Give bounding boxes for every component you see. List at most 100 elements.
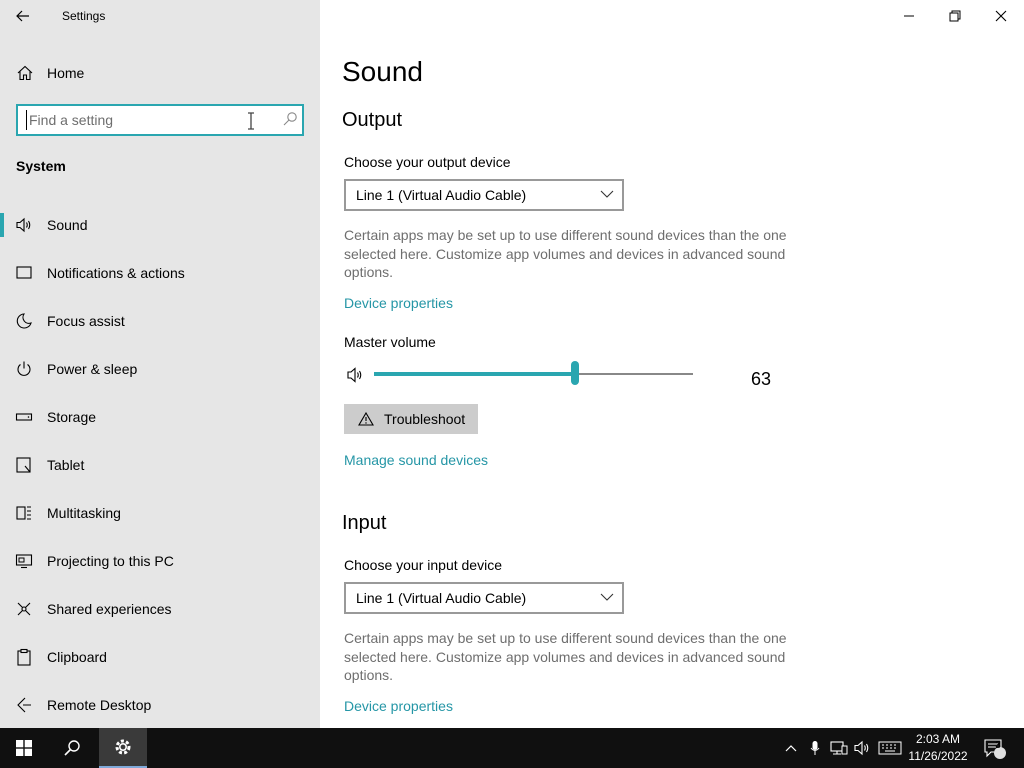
tablet-icon [16, 457, 31, 473]
volume-tray[interactable] [852, 728, 872, 768]
sidebar-item-storage[interactable]: Storage [0, 393, 320, 441]
notification-count: 3 [995, 740, 1001, 751]
output-device-value: Line 1 (Virtual Audio Cable) [356, 187, 527, 203]
back-arrow-icon [16, 10, 29, 22]
output-device-properties-link[interactable]: Device properties [344, 295, 453, 311]
sidebar-item-label: Multitasking [47, 505, 121, 521]
sidebar-home[interactable]: Home [0, 55, 320, 91]
speaker-icon [16, 217, 31, 233]
search-icon [64, 740, 80, 756]
sidebar-item-projecting[interactable]: Projecting to this PC [0, 537, 320, 585]
sidebar: Settings Home System Sound Notifications… [0, 0, 320, 728]
restore-icon [949, 10, 961, 22]
search-input[interactable] [26, 110, 246, 130]
volume-slider-fill [374, 372, 575, 376]
text-cursor-icon [248, 112, 254, 130]
input-device-dropdown[interactable]: Line 1 (Virtual Audio Cable) [344, 582, 624, 614]
gear-icon [115, 739, 131, 755]
active-indicator [0, 213, 4, 237]
chevron-up-icon [785, 745, 797, 752]
network-icon [830, 741, 848, 755]
sidebar-item-label: Clipboard [47, 649, 107, 665]
power-icon [17, 361, 31, 376]
input-device-label: Choose your input device [344, 557, 502, 573]
output-device-dropdown[interactable]: Line 1 (Virtual Audio Cable) [344, 179, 624, 211]
output-device-label: Choose your output device [344, 154, 511, 170]
input-device-value: Line 1 (Virtual Audio Cable) [356, 590, 527, 606]
taskbar-search-button[interactable] [48, 728, 96, 768]
output-heading: Output [342, 109, 403, 131]
sidebar-item-remote-desktop[interactable]: Remote Desktop [0, 681, 320, 729]
action-center-button[interactable]: 3 [980, 728, 1010, 768]
keyboard-icon [878, 741, 902, 755]
output-description: Certain apps may be set up to use differ… [344, 227, 787, 280]
sidebar-item-sound[interactable]: Sound [0, 201, 320, 249]
clipboard-icon [17, 648, 31, 666]
warning-icon [358, 412, 374, 426]
titlebar-left: Settings [0, 0, 320, 32]
close-icon [995, 10, 1007, 22]
notification-icon [16, 266, 32, 279]
storage-icon [15, 413, 33, 421]
home-icon [17, 65, 33, 81]
restore-button[interactable] [932, 0, 978, 32]
taskbar-clock[interactable]: 2:03 AM 11/26/2022 [900, 731, 976, 765]
sidebar-item-multitasking[interactable]: Multitasking [0, 489, 320, 537]
chevron-down-icon [600, 190, 614, 198]
sidebar-nav: Sound Notifications & actions Focus assi… [0, 201, 320, 729]
sidebar-item-label: Notifications & actions [47, 265, 185, 281]
manage-sound-devices-link[interactable]: Manage sound devices [344, 452, 488, 468]
sidebar-home-label: Home [47, 65, 85, 81]
start-button[interactable] [0, 728, 48, 768]
moon-icon [16, 313, 32, 329]
sidebar-item-power-sleep[interactable]: Power & sleep [0, 345, 320, 393]
multitasking-icon [16, 506, 31, 520]
remote-desktop-icon [17, 697, 31, 713]
microphone-tray[interactable] [806, 728, 824, 768]
page-title: Sound [342, 56, 423, 87]
back-button[interactable] [10, 4, 36, 28]
troubleshoot-button[interactable]: Troubleshoot [344, 404, 478, 434]
microphone-icon [810, 741, 820, 755]
input-description: Certain apps may be set up to use differ… [344, 630, 787, 683]
input-heading: Input [342, 512, 387, 534]
sidebar-item-focus-assist[interactable]: Focus assist [0, 297, 320, 345]
input-device-properties-link[interactable]: Device properties [344, 698, 453, 714]
main-content: Sound Output Choose your output device L… [320, 0, 1024, 728]
sidebar-item-label: Focus assist [47, 313, 125, 329]
network-tray[interactable] [828, 728, 850, 768]
minimize-button[interactable] [886, 0, 932, 32]
sidebar-item-clipboard[interactable]: Clipboard [0, 633, 320, 681]
sidebar-item-label: Shared experiences [47, 601, 172, 617]
speaker-icon [854, 740, 869, 756]
window-controls [886, 0, 1024, 32]
taskbar-settings-app[interactable] [99, 728, 147, 768]
chevron-down-icon [600, 593, 614, 601]
window-title: Settings [62, 9, 106, 23]
volume-value: 63 [751, 369, 772, 389]
search-icon [283, 112, 297, 126]
sidebar-item-notifications[interactable]: Notifications & actions [0, 249, 320, 297]
close-button[interactable] [978, 0, 1024, 32]
sidebar-item-label: Tablet [47, 457, 85, 473]
sidebar-item-label: Storage [47, 409, 97, 425]
shared-icon [17, 602, 31, 616]
sidebar-section-label: System [16, 158, 66, 174]
sidebar-item-label: Remote Desktop [47, 697, 152, 713]
clock-time: 2:03 AM [915, 732, 961, 746]
volume-slider-thumb[interactable] [571, 361, 579, 385]
clock-date: 11/26/2022 [908, 749, 968, 763]
sidebar-item-tablet[interactable]: Tablet [0, 441, 320, 489]
sidebar-item-shared-experiences[interactable]: Shared experiences [0, 585, 320, 633]
troubleshoot-label: Troubleshoot [384, 411, 466, 427]
sidebar-item-label: Sound [47, 217, 88, 233]
sidebar-item-label: Power & sleep [47, 361, 138, 377]
volume-slider[interactable] [374, 361, 693, 385]
sidebar-item-label: Projecting to this PC [47, 553, 174, 569]
master-volume-label: Master volume [344, 334, 436, 350]
search-box[interactable] [16, 104, 304, 136]
windows-logo-icon [16, 740, 32, 756]
volume-icon[interactable] [346, 366, 366, 384]
show-hidden-icons-button[interactable] [782, 728, 800, 768]
projecting-icon [15, 554, 33, 569]
